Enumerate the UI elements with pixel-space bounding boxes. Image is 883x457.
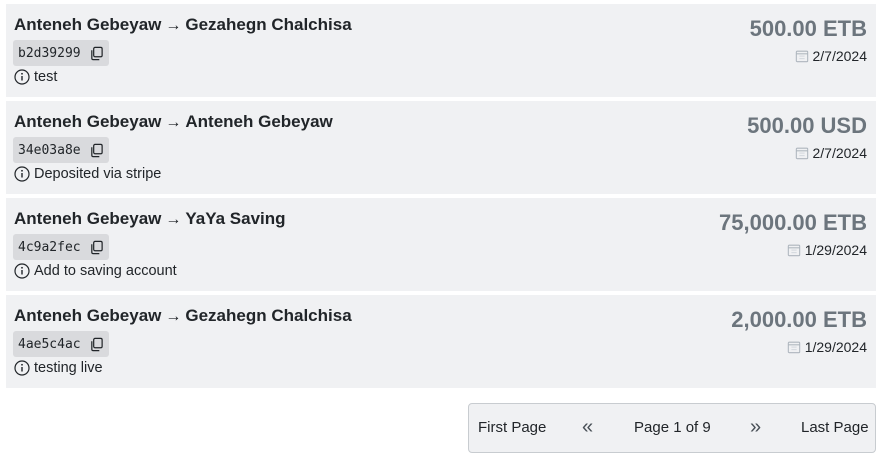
sender-name: Anteneh Gebeyaw xyxy=(14,306,162,325)
transaction-id-chip[interactable]: 4c9a2fec xyxy=(13,234,109,260)
note-text: testing live xyxy=(34,360,103,376)
info-icon xyxy=(14,263,30,279)
transaction-note: Add to saving account xyxy=(14,263,177,279)
first-page-button[interactable]: First Page xyxy=(478,419,546,436)
date-text: 1/29/2024 xyxy=(804,339,867,355)
calendar-icon xyxy=(795,147,808,160)
page-status: Page 1 of 9 xyxy=(634,419,711,436)
sender-name: Anteneh Gebeyaw xyxy=(14,15,162,34)
copy-icon[interactable] xyxy=(89,143,104,158)
arrow-right-icon: → xyxy=(165,17,182,34)
transaction-card[interactable]: Anteneh Gebeyaw → Gezahegn Chalchisa 4ae5c… xyxy=(6,295,876,388)
transaction-amount: 2,000.00 ETB xyxy=(731,307,867,332)
receiver-name: Anteneh Gebeyaw xyxy=(185,112,333,131)
arrow-right-icon: → xyxy=(165,211,182,228)
transaction-id-chip[interactable]: b2d39299 xyxy=(13,40,109,66)
note-text: Deposited via stripe xyxy=(34,166,162,182)
date-text: 2/7/2024 xyxy=(812,48,868,64)
transaction-amount: 75,000.00 ETB xyxy=(719,210,867,235)
info-icon xyxy=(14,69,30,85)
sender-name: Anteneh Gebeyaw xyxy=(14,209,162,228)
date-text: 2/7/2024 xyxy=(812,145,868,161)
transaction-id-chip[interactable]: 34e03a8e xyxy=(13,137,109,163)
info-icon xyxy=(14,166,30,182)
transaction-note: testing live xyxy=(14,360,103,376)
next-page-button[interactable]: » xyxy=(750,416,761,439)
transaction-id: b2d39299 xyxy=(18,45,81,61)
calendar-icon xyxy=(787,341,800,354)
copy-icon[interactable] xyxy=(89,240,104,255)
info-icon xyxy=(14,360,30,376)
transaction-date: 1/29/2024 xyxy=(787,242,867,258)
receiver-name: YaYa Saving xyxy=(185,209,286,228)
transaction-list: Anteneh Gebeyaw → Gezahegn Chalchisa b2d39… xyxy=(6,4,876,392)
transaction-id: 4ae5c4ac xyxy=(18,336,81,352)
note-text: test xyxy=(34,69,58,85)
arrow-right-icon: → xyxy=(165,308,182,325)
transaction-card[interactable]: Anteneh Gebeyaw → Gezahegn Chalchisa b2d39… xyxy=(6,4,876,97)
last-page-button[interactable]: Last Page xyxy=(801,419,869,436)
sender-name: Anteneh Gebeyaw xyxy=(14,112,162,131)
transaction-card[interactable]: Anteneh Gebeyaw → YaYa Saving 4c9a2fec Add… xyxy=(6,198,876,291)
receiver-name: Gezahegn Chalchisa xyxy=(185,15,352,34)
transaction-note: Deposited via stripe xyxy=(14,166,161,182)
note-text: Add to saving account xyxy=(34,263,177,279)
transaction-amount: 500.00 USD xyxy=(747,113,867,138)
calendar-icon xyxy=(787,244,800,257)
calendar-icon xyxy=(795,50,808,63)
arrow-right-icon: → xyxy=(165,114,182,131)
previous-page-button[interactable]: « xyxy=(582,416,593,439)
transaction-date: 1/29/2024 xyxy=(787,339,867,355)
transaction-card[interactable]: Anteneh Gebeyaw → Anteneh Gebeyaw 34e03a8e… xyxy=(6,101,876,194)
copy-icon[interactable] xyxy=(89,337,104,352)
transaction-id: 4c9a2fec xyxy=(18,239,81,255)
transaction-date: 2/7/2024 xyxy=(795,145,868,161)
transaction-date: 2/7/2024 xyxy=(795,48,868,64)
date-text: 1/29/2024 xyxy=(804,242,867,258)
pagination: First Page « Page 1 of 9 » Last Page xyxy=(468,403,876,453)
transaction-amount: 500.00 ETB xyxy=(749,16,867,41)
transaction-parties: Anteneh Gebeyaw → Gezahegn Chalchisa xyxy=(14,15,352,35)
transaction-id: 34e03a8e xyxy=(18,142,81,158)
receiver-name: Gezahegn Chalchisa xyxy=(185,306,352,325)
transaction-note: test xyxy=(14,69,57,85)
copy-icon[interactable] xyxy=(89,46,104,61)
transaction-parties: Anteneh Gebeyaw → YaYa Saving xyxy=(14,209,286,229)
transaction-id-chip[interactable]: 4ae5c4ac xyxy=(13,331,109,357)
transaction-parties: Anteneh Gebeyaw → Anteneh Gebeyaw xyxy=(14,112,333,132)
transaction-parties: Anteneh Gebeyaw → Gezahegn Chalchisa xyxy=(14,306,352,326)
